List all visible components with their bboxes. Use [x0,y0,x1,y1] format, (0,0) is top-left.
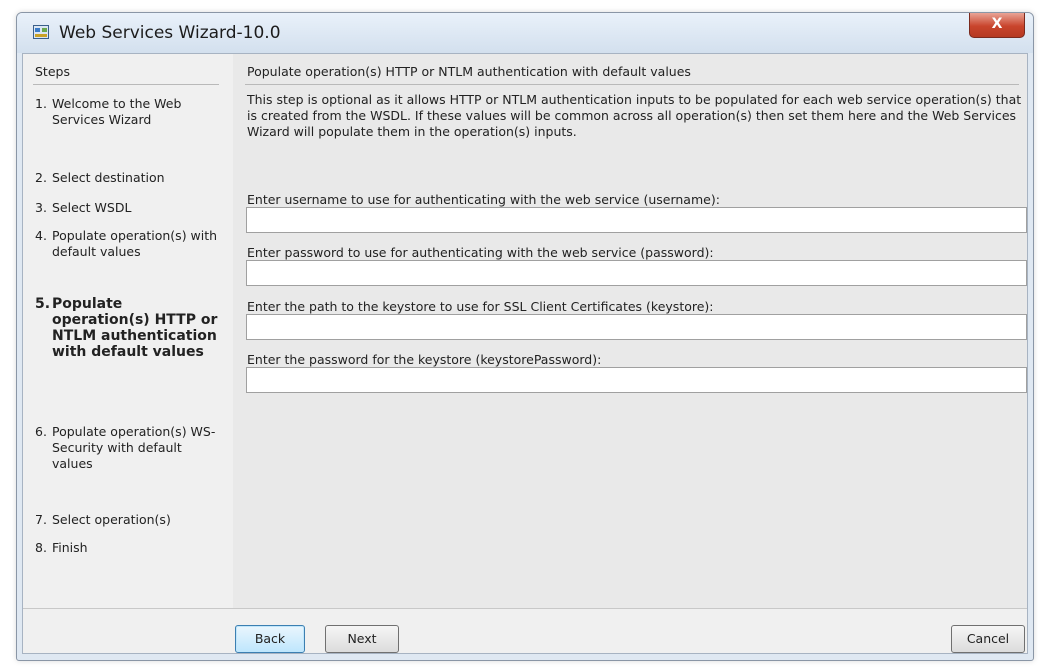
button-bar-divider [23,608,1027,609]
username-label: Enter username to use for authenticating… [247,192,720,207]
next-button[interactable]: Next [325,625,399,653]
window-title: Web Services Wizard-10.0 [59,23,281,43]
app-icon [33,25,49,39]
step-item-select-destination: 2. Select destination [35,170,221,186]
password-label: Enter password to use for authenticating… [247,245,714,260]
cancel-button[interactable]: Cancel [951,625,1025,653]
steps-divider [33,84,219,85]
step-number: 1. [35,96,47,111]
step-label: Select operation(s) [52,512,171,527]
close-button[interactable]: X [969,13,1025,38]
step-number: 6. [35,424,47,439]
keystore-input[interactable] [246,314,1027,340]
steps-panel: Steps 1. Welcome to the Web Services Wiz… [23,54,233,608]
step-label: Select WSDL [52,200,132,215]
title-bar: Web Services Wizard-10.0 X [17,13,1033,53]
password-input[interactable] [246,260,1027,286]
content-panel: Populate operation(s) HTTP or NTLM authe… [233,54,1027,608]
step-item-select-operations: 7. Select operation(s) [35,512,221,528]
step-label: Select destination [52,170,165,185]
username-input[interactable] [246,207,1027,233]
step-item-populate-defaults: 4. Populate operation(s) with default va… [35,228,221,260]
step-number: 3. [35,200,47,215]
step-item-finish: 8. Finish [35,540,221,556]
step-number: 7. [35,512,47,527]
back-button[interactable]: Back [235,625,305,653]
step-number: 8. [35,540,47,555]
step-label: Populate operation(s) WS-Security with d… [52,424,216,471]
step-item-welcome: 1. Welcome to the Web Services Wizard [35,96,221,128]
step-description: This step is optional as it allows HTTP … [247,92,1022,139]
step-number: 2. [35,170,47,185]
step-label: Populate operation(s) HTTP or NTLM authe… [52,296,218,360]
step-number: 4. [35,228,47,243]
step-item-select-wsdl: 3. Select WSDL [35,200,221,216]
keystore-label: Enter the path to the keystore to use fo… [247,299,714,314]
content-title: Populate operation(s) HTTP or NTLM authe… [247,64,691,79]
step-label: Populate operation(s) with default value… [52,228,218,259]
wizard-body: Steps 1. Welcome to the Web Services Wiz… [22,53,1028,654]
step-label: Finish [52,540,88,555]
step-label: Welcome to the Web Services Wizard [52,96,182,127]
step-item-http-ntlm-active: 5. Populate operation(s) HTTP or NTLM au… [35,296,221,360]
keystore-password-label: Enter the password for the keystore (key… [247,352,602,367]
step-number: 5. [35,296,51,312]
keystore-password-input[interactable] [246,367,1027,393]
content-divider [245,84,1019,85]
steps-header: Steps [35,64,70,79]
step-item-ws-security: 6. Populate operation(s) WS-Security wit… [35,424,221,472]
wizard-window: Web Services Wizard-10.0 X Steps 1. Welc… [16,12,1034,661]
